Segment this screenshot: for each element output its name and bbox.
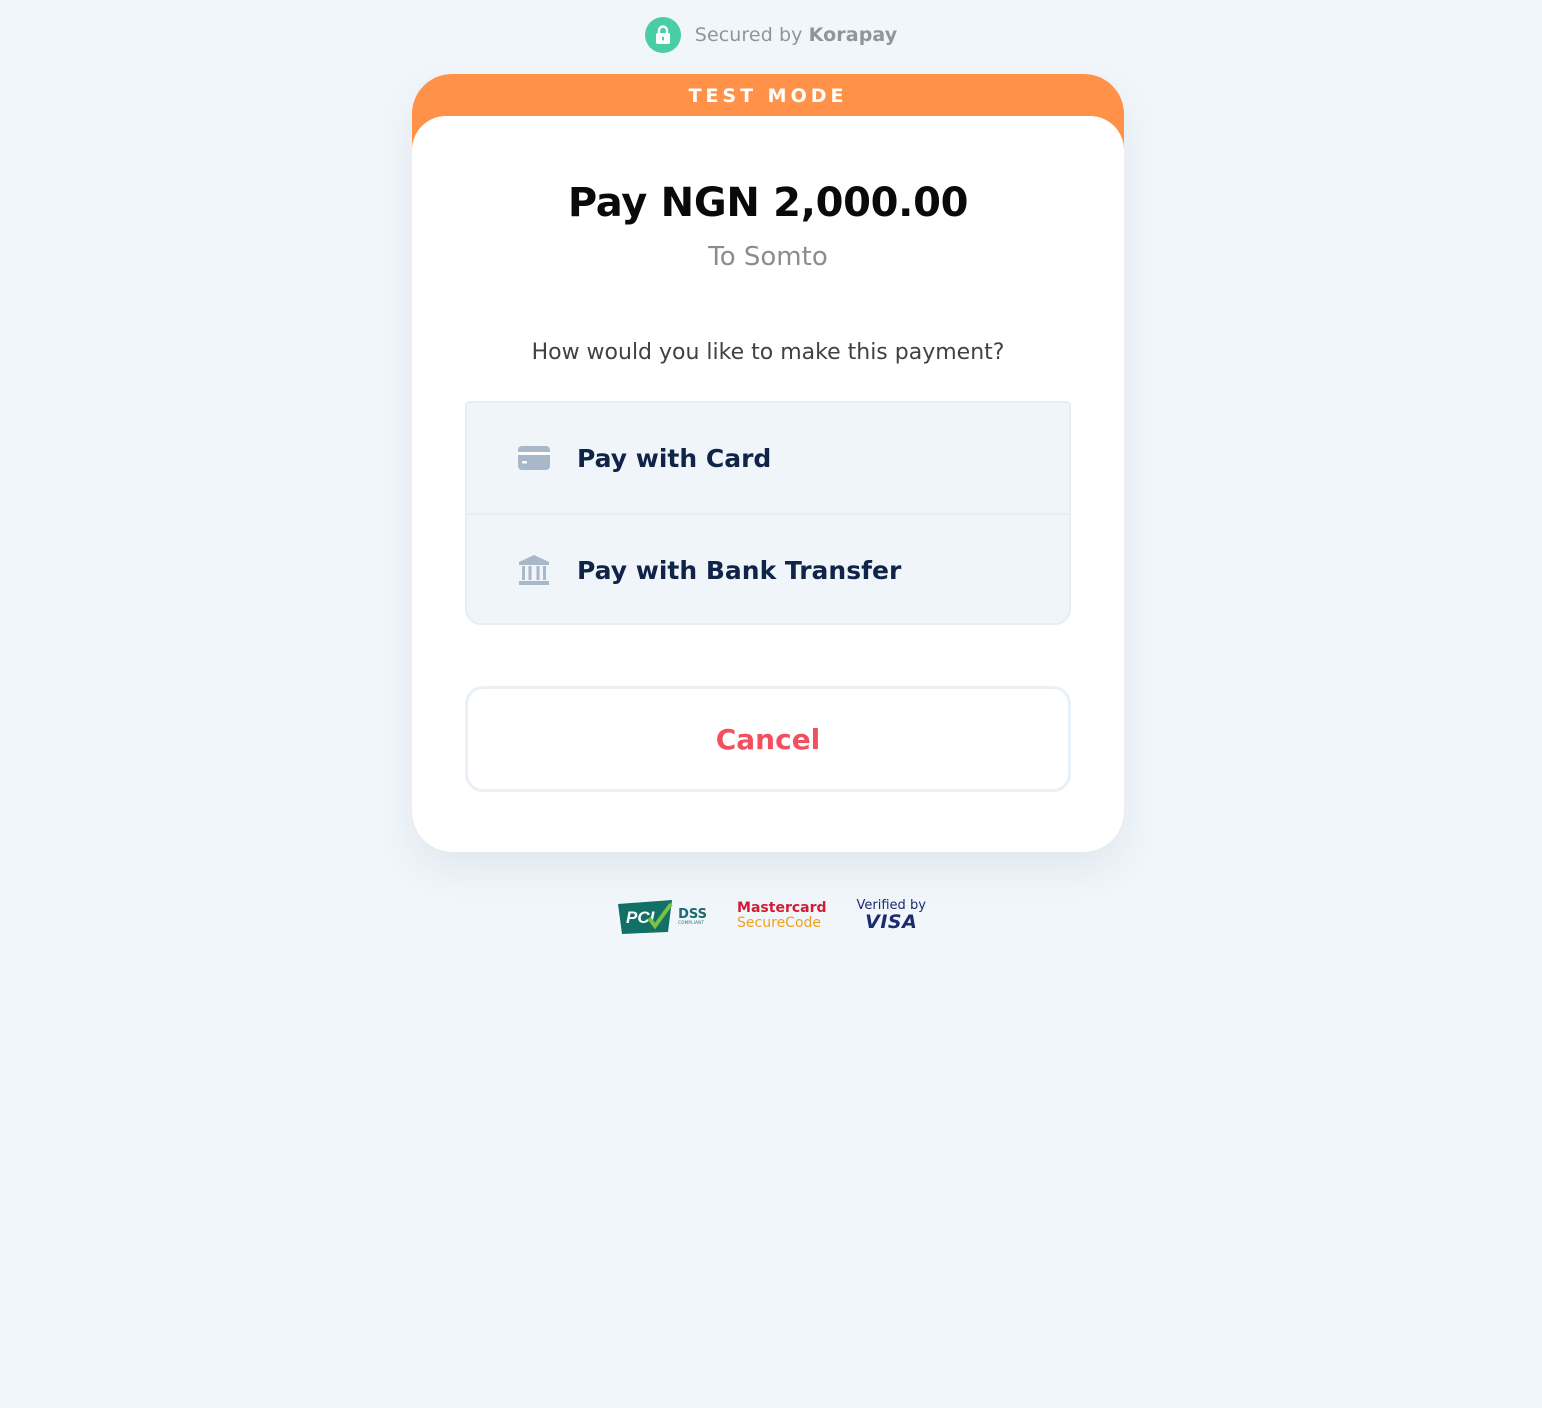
security-badges: PCI DSS COMPLIANT Mastercard SecureCode …	[0, 898, 1542, 934]
mastercard-securecode-badge: Mastercard SecureCode	[737, 901, 826, 930]
secured-by-text: Secured by Korapay	[695, 24, 897, 46]
credit-card-icon	[517, 441, 551, 475]
payment-page: Secured by Korapay TEST MODE Pay NGN 2,0…	[0, 0, 1542, 1408]
payment-options: Pay with Card Pay with Bank Transfer	[465, 401, 1071, 625]
securecode-label: SecureCode	[737, 915, 822, 931]
verified-by-visa-badge: Verified by VISA	[857, 899, 926, 933]
pci-dss-badge: PCI DSS COMPLIANT	[616, 898, 707, 934]
pay-with-bank-transfer-option[interactable]: Pay with Bank Transfer	[467, 513, 1069, 623]
pay-with-card-option[interactable]: Pay with Card	[467, 403, 1069, 513]
pci-compliant-label: COMPLIANT	[678, 919, 705, 925]
mastercard-label: Mastercard	[737, 900, 827, 917]
cancel-button[interactable]: Cancel	[465, 686, 1071, 792]
test-mode-banner: TEST MODE	[688, 85, 848, 107]
payment-amount: Pay NGN 2,000.00	[567, 180, 969, 226]
checkout-card: TEST MODE Pay NGN 2,000.00 To Somto How …	[412, 74, 1124, 852]
pay-with-card-label: Pay with Card	[577, 443, 772, 473]
pci-dss-label: DSS	[678, 906, 708, 922]
secured-brand: Korapay	[808, 24, 898, 46]
secured-prefix: Secured by	[694, 24, 803, 46]
checkout-card-body: Pay NGN 2,000.00 To Somto How would you …	[412, 116, 1124, 852]
visa-label: VISA	[865, 910, 918, 933]
lock-icon	[644, 17, 681, 53]
secured-by-header: Secured by Korapay	[0, 17, 1542, 53]
payment-method-question: How would you like to make this payment?	[531, 340, 1005, 365]
pci-logo-icon: PCI	[618, 900, 673, 934]
bank-icon	[517, 553, 551, 587]
payment-recipient: To Somto	[708, 242, 828, 272]
pay-with-bank-transfer-label: Pay with Bank Transfer	[577, 555, 902, 585]
